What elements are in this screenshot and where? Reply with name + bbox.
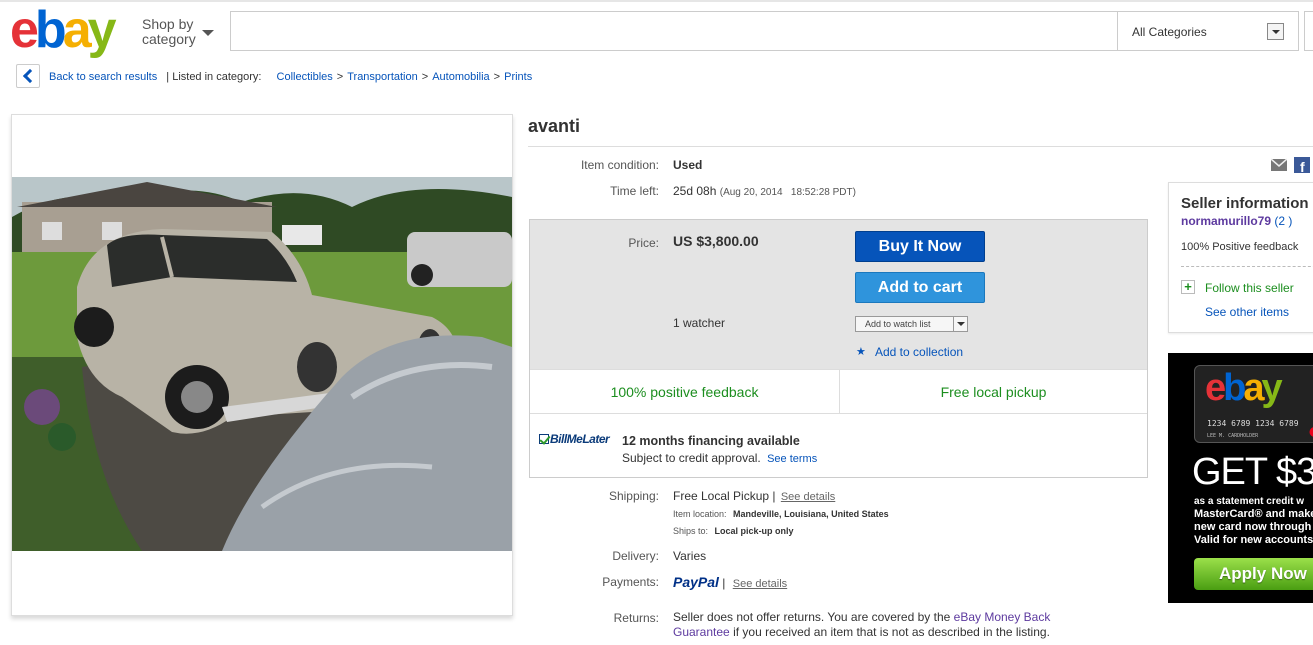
payments-details-link[interactable]: See details (733, 578, 787, 590)
ships-to-value: Local pick-up only (714, 526, 794, 536)
category-select-value: All Categories (1132, 25, 1207, 39)
category-label: category (142, 31, 196, 47)
buy-it-now-button[interactable]: Buy It Now (855, 231, 985, 262)
financing-title: 12 months financing available (622, 434, 800, 448)
item-location-value: Mandeville, Louisiana, United States (733, 509, 889, 519)
condition-label: Item condition: (580, 158, 659, 172)
condition-value: Used (673, 158, 703, 172)
credit-card-ad[interactable]: ebay 1234 6789 1234 6789 LEE M. CARDHOLD… (1168, 353, 1313, 603)
category-select[interactable]: All Categories (1117, 11, 1299, 51)
ebay-logo[interactable]: ebay (10, 4, 117, 56)
time-left: 25d 08h (Aug 20, 2014 18:52:28 PDT) (673, 184, 856, 198)
see-terms-link[interactable]: See terms (767, 453, 817, 465)
ad-body: as a statement credit w MasterCard® and … (1194, 495, 1313, 547)
title-divider (528, 146, 1313, 147)
ad-line-4: Valid for new accounts (1194, 534, 1313, 546)
item-photo[interactable] (12, 177, 512, 551)
payments-separator: | (722, 576, 726, 590)
header: ebay Shop by category All Categories (0, 0, 1313, 60)
breadcrumb-automobilia[interactable]: Automobilia (432, 71, 489, 83)
item-title: avanti (528, 116, 581, 136)
shop-by-category-button[interactable]: Shop by category (142, 17, 196, 47)
ships-to-row: Ships to: Local pick-up only (673, 526, 794, 536)
seller-name-row: normamurillo79 (2 ) (1181, 214, 1292, 228)
card-number: 1234 6789 1234 6789 (1207, 419, 1299, 428)
seller-name-link[interactable]: normamurillo79 (1181, 214, 1271, 228)
see-other-items-link[interactable]: See other items (1205, 305, 1289, 319)
follow-seller-link[interactable]: Follow this seller (1205, 281, 1294, 295)
shipping-value-row: Free Local Pickup | See details (673, 489, 835, 503)
check-icon (539, 434, 549, 444)
ad-line-3: new card now through (1194, 521, 1312, 533)
add-to-cart-button[interactable]: Add to cart (855, 272, 985, 303)
add-to-watch-list-button[interactable]: Add to watch list (855, 316, 968, 332)
shop-by-label: Shop by (142, 16, 194, 32)
breadcrumb-transportation[interactable]: Transportation (347, 71, 418, 83)
seller-divider (1181, 266, 1313, 267)
buy-box: Price: US $3,800.00 1 watcher Buy It Now… (529, 219, 1148, 478)
watch-list-dropdown-icon[interactable] (953, 316, 968, 332)
dropdown-arrow-icon[interactable] (1267, 23, 1284, 40)
price-label: Price: (628, 236, 659, 250)
item-location-label: Item location: (673, 509, 727, 519)
shipping-details-link[interactable]: See details (781, 491, 835, 503)
purchase-panel: Price: US $3,800.00 1 watcher Buy It Now… (530, 220, 1147, 369)
ships-to-label: Ships to: (673, 526, 709, 536)
mastercard-icon (1309, 427, 1313, 437)
chevron-down-icon[interactable] (202, 30, 214, 36)
facebook-icon[interactable]: f (1294, 157, 1310, 173)
add-to-collection-link[interactable]: Add to collection (875, 345, 963, 359)
seller-score-link[interactable]: (2 ) (1274, 214, 1292, 228)
svg-text:f: f (1300, 159, 1305, 173)
payments-row: PayPal | See details (673, 574, 787, 590)
breadcrumb: Back to search results | Listed in categ… (49, 71, 533, 83)
delivery-value: Varies (673, 549, 707, 563)
ad-ebay-logo: ebay (1205, 367, 1283, 409)
shipping-value: Free Local Pickup | (673, 489, 776, 503)
ad-line-2: MasterCard® and make (1194, 508, 1313, 520)
top-border (0, 0, 1313, 2)
listed-in-label: | Listed in category: (166, 71, 262, 83)
ad-headline: GET $3 (1192, 451, 1313, 493)
feature-row: 100% positive feedback Free local pickup (530, 369, 1147, 414)
positive-feedback-feature: 100% positive feedback (610, 384, 759, 400)
returns-label: Returns: (613, 611, 659, 625)
returns-text-2: if you received an item that is not as d… (733, 625, 1050, 639)
item-image-panel[interactable] (11, 114, 513, 616)
back-arrow-icon[interactable] (16, 64, 40, 88)
credit-card-image: ebay 1234 6789 1234 6789 LEE M. CARDHOLD… (1194, 365, 1313, 443)
paypal-logo: PayPal (673, 574, 719, 590)
end-time: (Aug 20, 2014 18:52:28 PDT) (719, 187, 856, 198)
breadcrumb-collectibles[interactable]: Collectibles (277, 71, 333, 83)
free-pickup-feature: Free local pickup (940, 384, 1047, 400)
watcher-count: 1 watcher (673, 316, 726, 330)
back-to-search-link[interactable]: Back to search results (49, 71, 157, 83)
ad-line-1: as a statement credit w (1194, 496, 1305, 507)
price-value: US $3,800.00 (673, 233, 759, 249)
shipping-label: Shipping: (608, 489, 659, 503)
payments-label: Payments: (602, 575, 659, 589)
item-location-row: Item location: Mandeville, Louisiana, Un… (673, 509, 889, 519)
returns-text-1: Seller does not offer returns. You are c… (673, 610, 951, 624)
bill-me-later-logo: BillMeLater (539, 432, 610, 446)
seller-info-box: Seller information normamurillo79 (2 ) 1… (1168, 182, 1313, 333)
financing-approval: Subject to credit approval. (622, 451, 761, 465)
card-holder: LEE M. CARDHOLDER (1207, 433, 1259, 439)
time-left-value: 25d 08h (673, 184, 717, 198)
plus-icon[interactable]: + (1181, 280, 1195, 294)
search-button[interactable] (1304, 11, 1313, 51)
returns-text: Seller does not offer returns. You are c… (673, 610, 1103, 640)
search-input[interactable] (230, 11, 1118, 51)
seller-feedback: 100% Positive feedback (1181, 241, 1299, 253)
breadcrumb-prints[interactable]: Prints (504, 71, 532, 83)
car-photo-image (12, 177, 512, 551)
star-icon: ★ (856, 346, 866, 358)
financing-subtext: Subject to credit approval. See terms (622, 451, 817, 465)
email-icon[interactable] (1271, 157, 1287, 173)
time-left-label: Time left: (610, 184, 659, 198)
seller-info-heading: Seller information (1181, 195, 1309, 212)
delivery-label: Delivery: (612, 549, 659, 563)
apply-now-button[interactable]: Apply Now (1194, 558, 1313, 590)
